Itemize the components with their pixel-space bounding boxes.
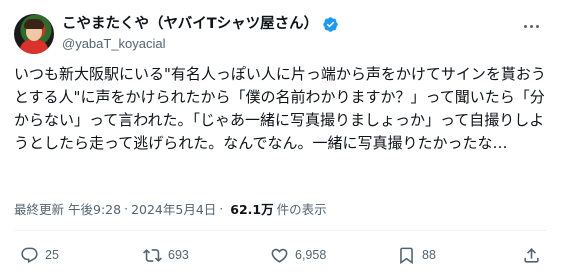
views-count: 62.1万 bbox=[230, 201, 274, 217]
heart-icon bbox=[271, 248, 288, 263]
share-button[interactable] bbox=[522, 243, 541, 267]
bookmark-count: 88 bbox=[422, 248, 436, 262]
display-name[interactable]: こやまたくや（ヤバイTシャツ屋さん） bbox=[62, 14, 318, 34]
retweet-button[interactable]: 693 bbox=[143, 243, 189, 267]
action-bar: 25 693 6,958 88 bbox=[14, 243, 547, 267]
reply-count: 25 bbox=[45, 248, 59, 262]
tweet-time[interactable]: 午後9:28 bbox=[68, 199, 121, 218]
like-count: 6,958 bbox=[295, 248, 327, 262]
tweet-date[interactable]: 2024年5月4日 bbox=[131, 199, 216, 218]
reply-button[interactable]: 25 bbox=[20, 243, 59, 267]
retweet-count: 693 bbox=[168, 248, 189, 262]
views-label: 件の表示 bbox=[276, 201, 327, 217]
meta-separator-2: · bbox=[219, 200, 224, 216]
share-icon bbox=[524, 247, 539, 263]
author-names: こやまたくや（ヤバイTシャツ屋さん） @yabaT_koyacial bbox=[62, 14, 339, 53]
avatar[interactable] bbox=[14, 14, 54, 54]
divider bbox=[14, 230, 547, 231]
handle[interactable]: @yabaT_koyacial bbox=[62, 35, 339, 53]
bookmark-button[interactable]: 88 bbox=[397, 243, 436, 267]
reply-icon bbox=[21, 247, 38, 263]
edited-label[interactable]: 最終更新 bbox=[14, 199, 64, 218]
verified-badge-icon bbox=[323, 16, 338, 32]
meta-separator: · bbox=[124, 200, 129, 216]
more-icon[interactable] bbox=[519, 16, 543, 36]
tweet-meta: 最終更新 午後9:28 · 2024年5月4日 · 62.1万 件の表示 bbox=[14, 199, 327, 218]
tweet-header: こやまたくや（ヤバイTシャツ屋さん） @yabaT_koyacial bbox=[14, 12, 547, 56]
retweet-icon bbox=[143, 248, 162, 262]
like-button[interactable]: 6,958 bbox=[270, 243, 326, 267]
tweet-text: いつも新大阪駅にいる"有名人っぽい人に片っ端から声をかけてサインを貰おうとする人… bbox=[14, 65, 546, 152]
bookmark-icon bbox=[400, 247, 413, 264]
